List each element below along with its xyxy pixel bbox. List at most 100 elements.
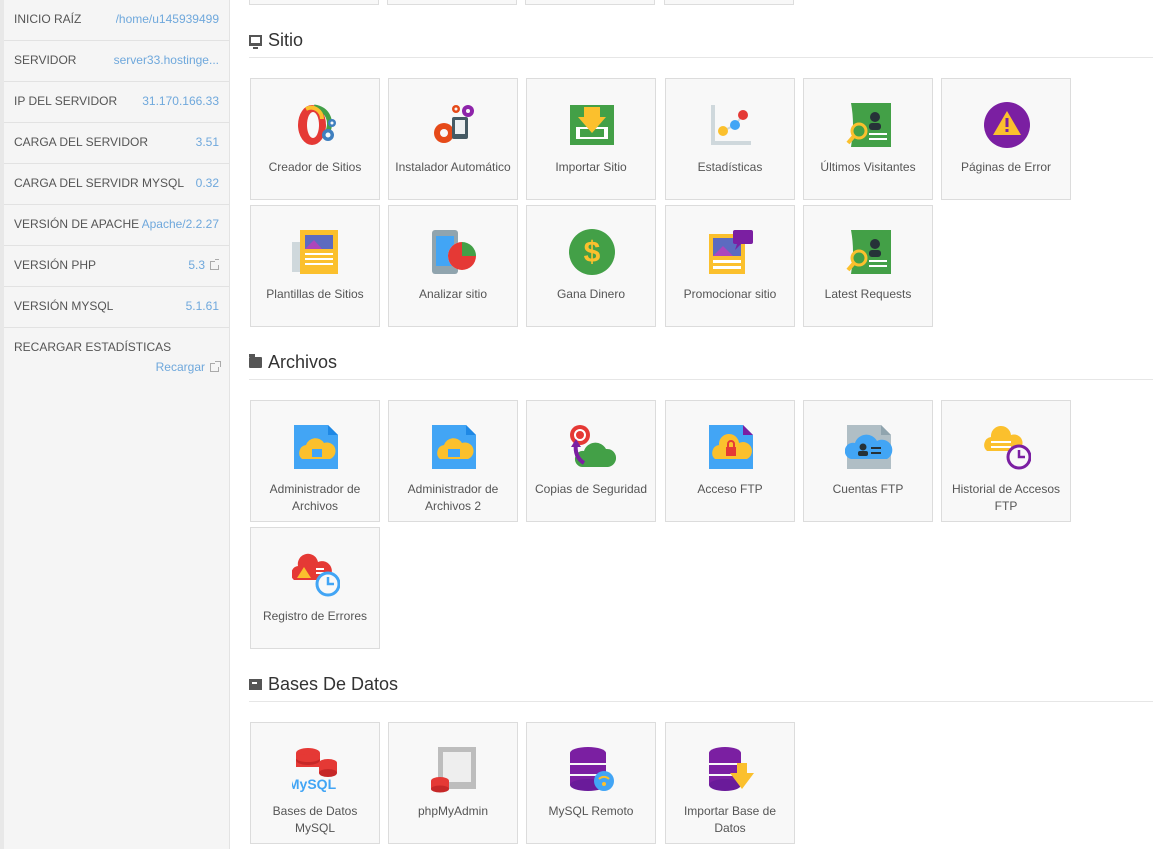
tile-label: Gana Dinero (556, 287, 626, 301)
mysql-database-icon: MySQL (292, 748, 337, 792)
tile-label: Importar Base de Datos (683, 804, 777, 835)
reload-link-text: Recargar (155, 360, 205, 374)
reload-label: RECARGAR ESTADÍSTICAS (14, 340, 172, 354)
tile-latest-requests[interactable]: Latest Requests (803, 205, 933, 327)
tile-label: Creador de Sitios (268, 160, 362, 174)
tile-stub (387, 0, 517, 5)
reload-stats: RECARGAR ESTADÍSTICAS Recargar (4, 328, 229, 388)
tile-importar-sitio[interactable]: Importar Sitio (526, 78, 656, 200)
tile-label: Administrador de Archivos (269, 482, 361, 513)
tile-stub (525, 0, 655, 5)
tile-label: Importar Sitio (555, 160, 627, 174)
php-version-link[interactable]: 5.3 (188, 258, 219, 272)
tile-analizar-sitio[interactable]: Analizar sitio (388, 205, 518, 327)
stat-label: IP DEL SERVIDOR (14, 94, 118, 108)
tile-importar-base-de-datos[interactable]: Importar Base de Datos (665, 722, 795, 844)
stat-server-load: CARGA DEL SERVIDOR 3.51 (4, 123, 229, 164)
import-database-icon (709, 747, 754, 791)
file-manager-icon (294, 425, 338, 469)
site-builder-icon (298, 104, 336, 145)
ftp-accounts-icon (845, 425, 893, 469)
section-title-archivos: Archivos (249, 352, 1153, 380)
stat-home-root: INICIO RAÍZ /home/u145939499 (4, 0, 229, 41)
tile-cuentas-ftp[interactable]: Cuentas FTP (803, 400, 933, 522)
tile-phpmyadmin[interactable]: phpMyAdmin (388, 722, 518, 844)
tile-label: Plantillas de Sitios (266, 287, 364, 301)
stat-label: VERSIÓN DE APACHE (14, 217, 140, 231)
ftp-history-icon (984, 425, 1031, 470)
tile-paginas-de-error[interactable]: Páginas de Error (941, 78, 1071, 200)
statistics-icon (711, 105, 751, 145)
stat-value: server33.hostinge... (113, 53, 219, 67)
stat-value: 5.3 (188, 258, 205, 272)
stat-server-ip: IP DEL SERVIDOR 31.170.166.33 (4, 82, 229, 123)
analyze-site-icon (432, 230, 476, 274)
sidebar: INICIO RAÍZ /home/u145939499 SERVIDOR se… (0, 0, 230, 849)
section-title-bases-de-datos: Bases De Datos (249, 674, 1153, 702)
tile-bases-de-datos-mysql[interactable]: MySQL Bases de Datos MySQL (250, 722, 380, 844)
tile-plantillas-de-sitios[interactable]: Plantillas de Sitios (250, 205, 380, 327)
import-site-icon (570, 105, 614, 145)
archive-box-icon (249, 679, 262, 690)
tile-label: Acceso FTP (697, 482, 763, 496)
stat-label: INICIO RAÍZ (14, 12, 82, 26)
tile-copias-de-seguridad[interactable]: Copias de Seguridad (526, 400, 656, 522)
tile-estadisticas[interactable]: Estadísticas (665, 78, 795, 200)
promote-site-icon (709, 230, 753, 274)
tile-instalador-automatico[interactable]: Instalador Automático (388, 78, 518, 200)
phpmyadmin-icon (431, 747, 476, 793)
tile-administrador-de-archivos-2[interactable]: Administrador de Archivos 2 (388, 400, 518, 522)
tile-stub (664, 0, 794, 5)
tile-registro-de-errores[interactable]: Registro de Errores (250, 527, 380, 649)
stat-label: CARGA DEL SERVIDR MYSQL (14, 176, 185, 190)
tile-label: Copias de Seguridad (534, 482, 648, 496)
tile-label: Últimos Visitantes (820, 160, 916, 174)
external-link-icon (210, 259, 219, 270)
tile-label: Registro de Errores (262, 609, 368, 623)
requests-icon (846, 230, 891, 274)
stat-mysql-version: VERSIÓN MYSQL 5.1.61 (4, 287, 229, 328)
stat-label: SERVIDOR (14, 53, 77, 67)
tile-label: Administrador de Archivos 2 (407, 482, 499, 513)
external-link-icon (210, 361, 221, 372)
stat-value: 3.51 (195, 135, 219, 149)
stat-value: 31.170.166.33 (142, 94, 219, 108)
tile-label: MySQL Remoto (548, 804, 634, 818)
tile-label: Latest Requests (824, 287, 912, 301)
tile-label: phpMyAdmin (417, 804, 489, 818)
tile-promocionar-sitio[interactable]: Promocionar sitio (665, 205, 795, 327)
stat-value: /home/u145939499 (115, 12, 219, 26)
error-pages-icon (984, 102, 1030, 148)
section-title-text: Archivos (268, 352, 338, 372)
folder-icon (249, 354, 262, 368)
tile-label: Instalador Automático (395, 160, 511, 174)
tile-administrador-de-archivos[interactable]: Administrador de Archivos (250, 400, 380, 522)
tile-ultimos-visitantes[interactable]: Últimos Visitantes (803, 78, 933, 200)
tile-creador-de-sitios[interactable]: Creador de Sitios (250, 78, 380, 200)
tile-label: Páginas de Error (960, 160, 1052, 174)
templates-icon (292, 230, 338, 274)
svg-text:$: $ (584, 236, 601, 269)
tile-label: Historial de Accesos FTP (951, 482, 1061, 513)
stat-php-version: VERSIÓN PHP 5.3 (4, 246, 229, 287)
tile-label: Promocionar sitio (683, 287, 777, 301)
section-title-sitio: Sitio (249, 30, 1153, 58)
tile-mysql-remoto[interactable]: MySQL Remoto (526, 722, 656, 844)
svg-text:MySQL: MySQL (292, 776, 337, 792)
reload-link[interactable]: Recargar (155, 360, 221, 374)
monitor-icon (249, 35, 262, 49)
stat-apache-version: VERSIÓN DE APACHE Apache/2.2.27 (4, 205, 229, 246)
file-manager-2-icon (432, 425, 476, 469)
stat-label: VERSIÓN PHP (14, 258, 97, 272)
remote-mysql-icon (570, 747, 614, 791)
tile-gana-dinero[interactable]: $ Gana Dinero (526, 205, 656, 327)
stat-label: VERSIÓN MYSQL (14, 299, 114, 313)
dollar-icon: $ (569, 229, 615, 275)
stat-mysql-load: CARGA DEL SERVIDR MYSQL 0.32 (4, 164, 229, 205)
stat-label: CARGA DEL SERVIDOR (14, 135, 149, 149)
stat-value: Apache/2.2.27 (141, 217, 219, 231)
tile-label: Cuentas FTP (832, 482, 904, 496)
tile-acceso-ftp[interactable]: Acceso FTP (665, 400, 795, 522)
auto-installer-icon (434, 105, 474, 143)
tile-historial-de-accesos-ftp[interactable]: Historial de Accesos FTP (941, 400, 1071, 522)
